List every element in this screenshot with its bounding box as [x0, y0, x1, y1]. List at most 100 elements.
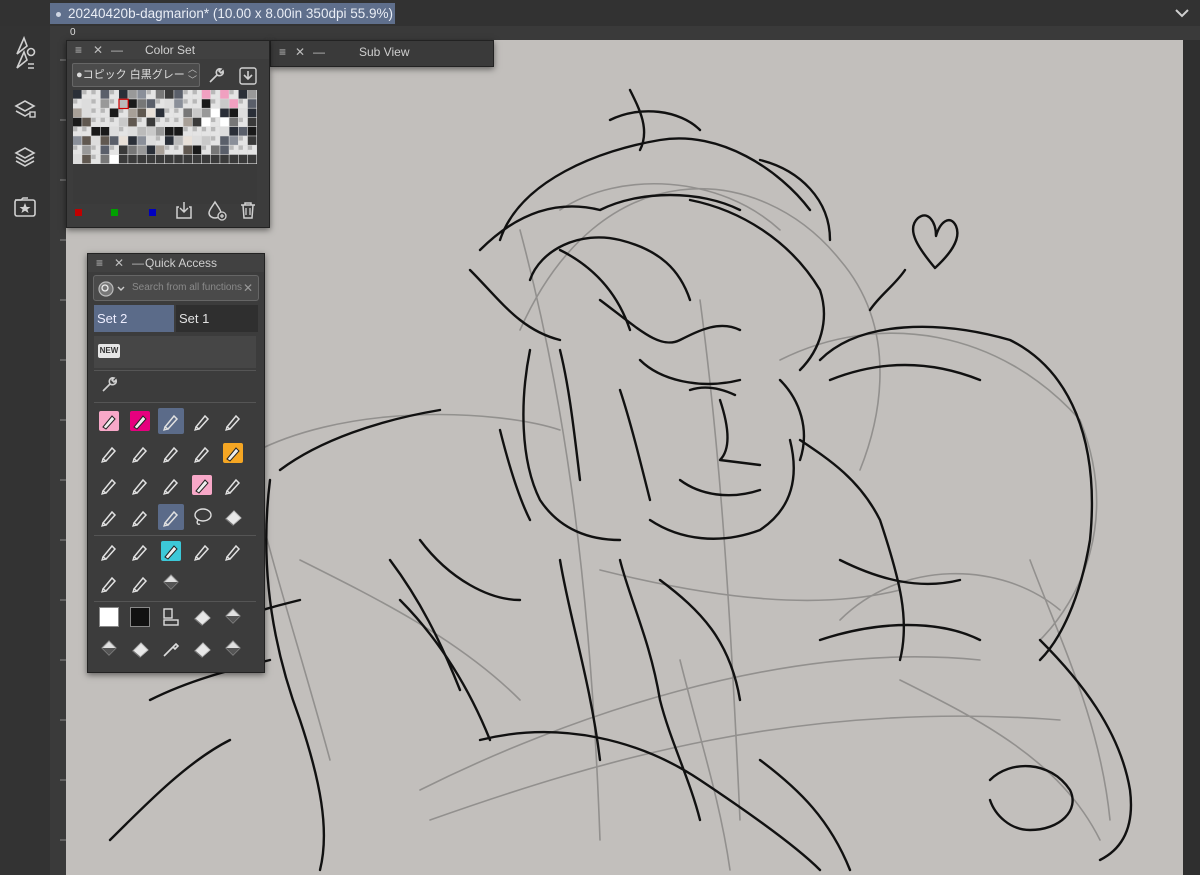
- color-swatch[interactable]: [174, 127, 183, 136]
- color-swatch[interactable]: [220, 117, 229, 127]
- red-swatch[interactable]: [75, 209, 82, 216]
- color-swatch[interactable]: [247, 117, 257, 127]
- brush-cyan-icon[interactable]: [158, 538, 184, 564]
- pen-magenta-icon[interactable]: [127, 408, 153, 434]
- color-swatch[interactable]: [100, 90, 110, 99]
- eraser-icon[interactable]: [127, 636, 153, 662]
- color-swatch[interactable]: [146, 127, 156, 136]
- color-swatch-grid[interactable]: [73, 90, 257, 164]
- color-swatch[interactable]: [128, 154, 137, 164]
- color-swatch[interactable]: [229, 154, 238, 164]
- fill-bucket-icon[interactable]: [96, 636, 122, 662]
- color-swatch[interactable]: [100, 127, 110, 136]
- black-color-icon[interactable]: [127, 604, 153, 630]
- color-swatch[interactable]: [119, 90, 128, 99]
- color-swatch[interactable]: [91, 127, 100, 136]
- color-swatch[interactable]: [201, 117, 211, 127]
- quick-access-header[interactable]: ≡ ✕ — Quick Access: [88, 254, 264, 272]
- color-swatch[interactable]: [220, 99, 229, 108]
- color-swatch[interactable]: [100, 154, 110, 164]
- eyedropper-icon[interactable]: [158, 636, 184, 662]
- color-swatch[interactable]: [201, 108, 211, 118]
- color-swatch[interactable]: [174, 90, 183, 99]
- color-swatch[interactable]: [247, 90, 257, 99]
- stamp-icon[interactable]: [158, 604, 184, 630]
- brush-icon[interactable]: [96, 570, 122, 596]
- pencil-icon[interactable]: [127, 440, 153, 466]
- marker-selected-icon[interactable]: [158, 504, 184, 530]
- pen-orange-icon[interactable]: [220, 440, 246, 466]
- pen-pink-icon[interactable]: [96, 408, 122, 434]
- tab-set-2[interactable]: Set 2: [94, 305, 174, 332]
- wrench-icon[interactable]: [205, 65, 227, 87]
- color-swatch[interactable]: [119, 99, 128, 108]
- color-swatch[interactable]: [137, 127, 146, 136]
- color-swatch[interactable]: [73, 90, 82, 99]
- color-swatch[interactable]: [165, 90, 174, 99]
- color-swatch[interactable]: [165, 154, 174, 164]
- color-swatch[interactable]: [82, 145, 91, 155]
- pen-pink-icon[interactable]: [189, 472, 215, 498]
- color-swatch[interactable]: [119, 136, 128, 145]
- vertical-scrollbar[interactable]: [1183, 40, 1200, 875]
- color-swatch[interactable]: [211, 145, 220, 155]
- color-swatch[interactable]: [192, 145, 202, 155]
- color-swatch[interactable]: [192, 136, 202, 145]
- color-swatch[interactable]: [174, 154, 183, 164]
- sub-tool-detail-icon[interactable]: [12, 48, 38, 74]
- close-icon[interactable]: ✕: [295, 41, 305, 63]
- color-swatch[interactable]: [128, 108, 137, 118]
- color-swatch[interactable]: [201, 154, 211, 164]
- color-swatch[interactable]: [238, 154, 248, 164]
- color-swatch[interactable]: [82, 136, 91, 145]
- color-swatch[interactable]: [220, 154, 229, 164]
- lasso-icon[interactable]: [189, 504, 215, 530]
- color-set-select[interactable]: ●コピック 白黒グレー ︿ ﹀: [72, 63, 200, 87]
- color-swatch[interactable]: [119, 145, 128, 155]
- blue-swatch[interactable]: [149, 209, 156, 216]
- minimize-icon[interactable]: —: [313, 41, 325, 63]
- panel-menu-icon[interactable]: ≡: [96, 254, 103, 272]
- color-swatch[interactable]: [247, 136, 257, 145]
- pencil-icon[interactable]: [220, 472, 246, 498]
- color-swatch[interactable]: [229, 108, 238, 118]
- swatches[interactable]: [73, 90, 257, 164]
- fill-bucket-icon[interactable]: [220, 604, 246, 630]
- chevron-down-icon[interactable]: [1172, 3, 1192, 23]
- search-input[interactable]: Search from all functions: [132, 276, 242, 300]
- color-swatch[interactable]: [119, 117, 128, 127]
- color-swatch[interactable]: [128, 117, 137, 127]
- new-badge-icon[interactable]: NEW: [98, 344, 120, 358]
- color-swatch[interactable]: [73, 117, 82, 127]
- white-color-icon[interactable]: [96, 604, 122, 630]
- fill-icon[interactable]: [158, 570, 184, 596]
- color-swatch[interactable]: [247, 127, 257, 136]
- color-swatch[interactable]: [128, 127, 137, 136]
- color-swatch[interactable]: [220, 145, 229, 155]
- download-icon[interactable]: [237, 65, 259, 87]
- color-swatch[interactable]: [155, 127, 165, 136]
- panel-menu-icon[interactable]: ≡: [75, 41, 82, 59]
- pen-selected-icon[interactable]: [158, 408, 184, 434]
- add-color-icon[interactable]: [205, 199, 227, 221]
- color-swatch[interactable]: [192, 108, 202, 118]
- minimize-icon[interactable]: —: [111, 41, 123, 59]
- color-swatch[interactable]: [192, 154, 202, 164]
- color-swatch[interactable]: [137, 136, 146, 145]
- sub-view-header[interactable]: ≡ ✕ — Sub View: [271, 41, 493, 65]
- color-swatch[interactable]: [155, 154, 165, 164]
- color-swatch[interactable]: [220, 136, 229, 145]
- document-tab[interactable]: 20240420b-dagmarion* (10.00 x 8.00in 350…: [50, 3, 395, 24]
- pencil-icon[interactable]: [158, 472, 184, 498]
- color-swatch[interactable]: [155, 108, 165, 118]
- color-set-header[interactable]: ≡ ✕ — Color Set: [67, 41, 269, 59]
- color-swatch[interactable]: [220, 108, 229, 118]
- color-swatch[interactable]: [137, 99, 146, 108]
- layer-property-icon[interactable]: [12, 96, 38, 122]
- import-icon[interactable]: [173, 199, 195, 221]
- color-swatch[interactable]: [128, 136, 137, 145]
- color-swatch[interactable]: [73, 154, 82, 164]
- pen-icon[interactable]: [220, 408, 246, 434]
- color-swatch[interactable]: [211, 108, 220, 118]
- color-swatch[interactable]: [247, 154, 257, 164]
